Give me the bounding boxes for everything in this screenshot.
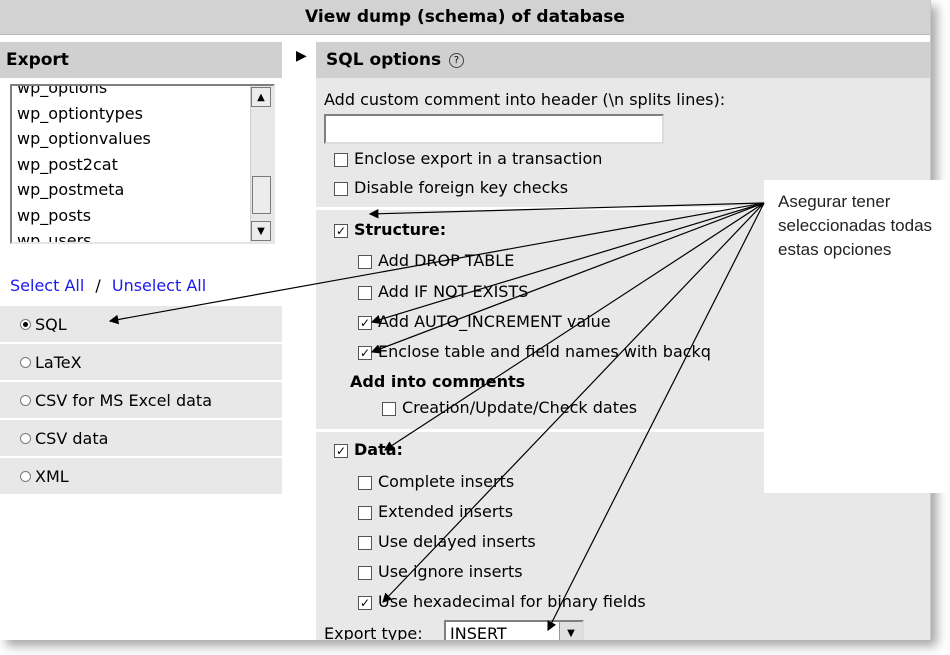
unselect-all-link[interactable]: Unselect All [112,276,206,295]
radio-csv-excel[interactable] [20,394,31,406]
list-item[interactable]: wp_post2cat [14,152,249,178]
data-label: Data: [354,440,403,459]
list-item[interactable]: wp_users [14,228,249,242]
page-title: View dump (schema) of database [0,0,930,35]
radio-xml[interactable] [20,470,31,482]
radio-sql[interactable] [20,318,31,330]
expand-arrow-icon: ▶ [296,48,307,64]
format-label: CSV data [35,428,109,448]
drop-table-checkbox[interactable] [358,255,372,269]
creation-dates-checkbox[interactable] [382,402,396,416]
fk-checkbox[interactable] [334,182,348,196]
extended-inserts-label: Extended inserts [378,502,514,521]
radio-csv[interactable] [20,432,31,444]
link-separator: / [95,276,101,295]
add-into-comments-heading: Add into comments [350,372,526,391]
if-not-exists-label: Add IF NOT EXISTS [378,282,529,301]
scroll-up-icon[interactable]: ▲ [251,87,271,107]
extended-inserts-checkbox[interactable] [358,506,372,520]
format-label: LaTeX [35,352,82,372]
auto-increment-label: Add AUTO_INCREMENT value [378,312,611,331]
export-type-label: Export type: [324,624,423,640]
data-checkbox[interactable]: ✓ [334,444,348,458]
format-label: SQL [35,314,67,334]
scroll-down-icon[interactable]: ▼ [251,221,271,241]
table-listbox[interactable]: wp_options wp_optiontypes wp_optionvalue… [10,84,275,244]
sql-options-title: SQL options [326,50,442,70]
format-option-latex[interactable]: LaTeX [0,344,282,382]
list-item[interactable]: wp_options [14,86,249,101]
drop-table-label: Add DROP TABLE [378,251,515,270]
complete-inserts-checkbox[interactable] [358,476,372,490]
format-label: CSV for MS Excel data [35,390,212,410]
comment-label: Add custom comment into header (\n split… [324,90,726,109]
export-header: Export [0,42,282,78]
chevron-down-icon[interactable]: ▼ [559,622,582,640]
format-option-xml[interactable]: XML [0,458,282,496]
structure-checkbox[interactable]: ✓ [334,224,348,238]
export-type-select[interactable]: INSERT ▼ [444,620,584,640]
list-item[interactable]: wp_optionvalues [14,126,249,152]
structure-label: Structure: [354,220,447,239]
help-icon[interactable]: ? [449,52,465,68]
list-scrollbar[interactable]: ▲ ▼ [250,86,273,242]
transaction-checkbox[interactable] [334,153,348,167]
select-links: Select All / Unselect All [10,276,206,295]
format-option-sql[interactable]: SQL [0,306,282,344]
list-item[interactable]: wp_posts [14,203,249,229]
export-panel: Export [0,42,282,78]
export-type-value: INSERT [450,624,507,640]
complete-inserts-label: Complete inserts [378,472,515,491]
format-list: SQL LaTeX CSV for MS Excel data CSV data… [0,306,282,496]
format-option-csv[interactable]: CSV data [0,420,282,458]
transaction-label: Enclose export in a transaction [354,149,603,168]
scroll-thumb[interactable] [252,176,271,214]
hex-binary-label: Use hexadecimal for binary fields [378,592,646,611]
radio-latex[interactable] [20,356,31,368]
delayed-inserts-label: Use delayed inserts [378,532,536,551]
format-label: XML [35,466,69,486]
format-option-csv-excel[interactable]: CSV for MS Excel data [0,382,282,420]
hex-binary-checkbox[interactable]: ✓ [358,596,372,610]
ignore-inserts-label: Use ignore inserts [378,562,523,581]
fk-label: Disable foreign key checks [354,178,569,197]
backquotes-checkbox[interactable]: ✓ [358,346,372,360]
if-not-exists-checkbox[interactable] [358,286,372,300]
sql-options-header: SQL options ? [316,42,930,78]
list-item[interactable]: wp_postmeta [14,177,249,203]
annotation-callout: Asegurar tener seleccionadas todas estas… [764,180,950,493]
table-list[interactable]: wp_options wp_optiontypes wp_optionvalue… [14,86,249,242]
comment-input[interactable] [324,114,664,144]
ignore-inserts-checkbox[interactable] [358,566,372,580]
creation-dates-label: Creation/Update/Check dates [402,398,638,417]
select-all-link[interactable]: Select All [10,276,84,295]
delayed-inserts-checkbox[interactable] [358,536,372,550]
auto-increment-checkbox[interactable]: ✓ [358,316,372,330]
list-item[interactable]: wp_optiontypes [14,101,249,127]
callout-text: Asegurar tener seleccionadas todas estas… [778,192,933,259]
backquotes-label: Enclose table and field names with backq [378,342,711,361]
